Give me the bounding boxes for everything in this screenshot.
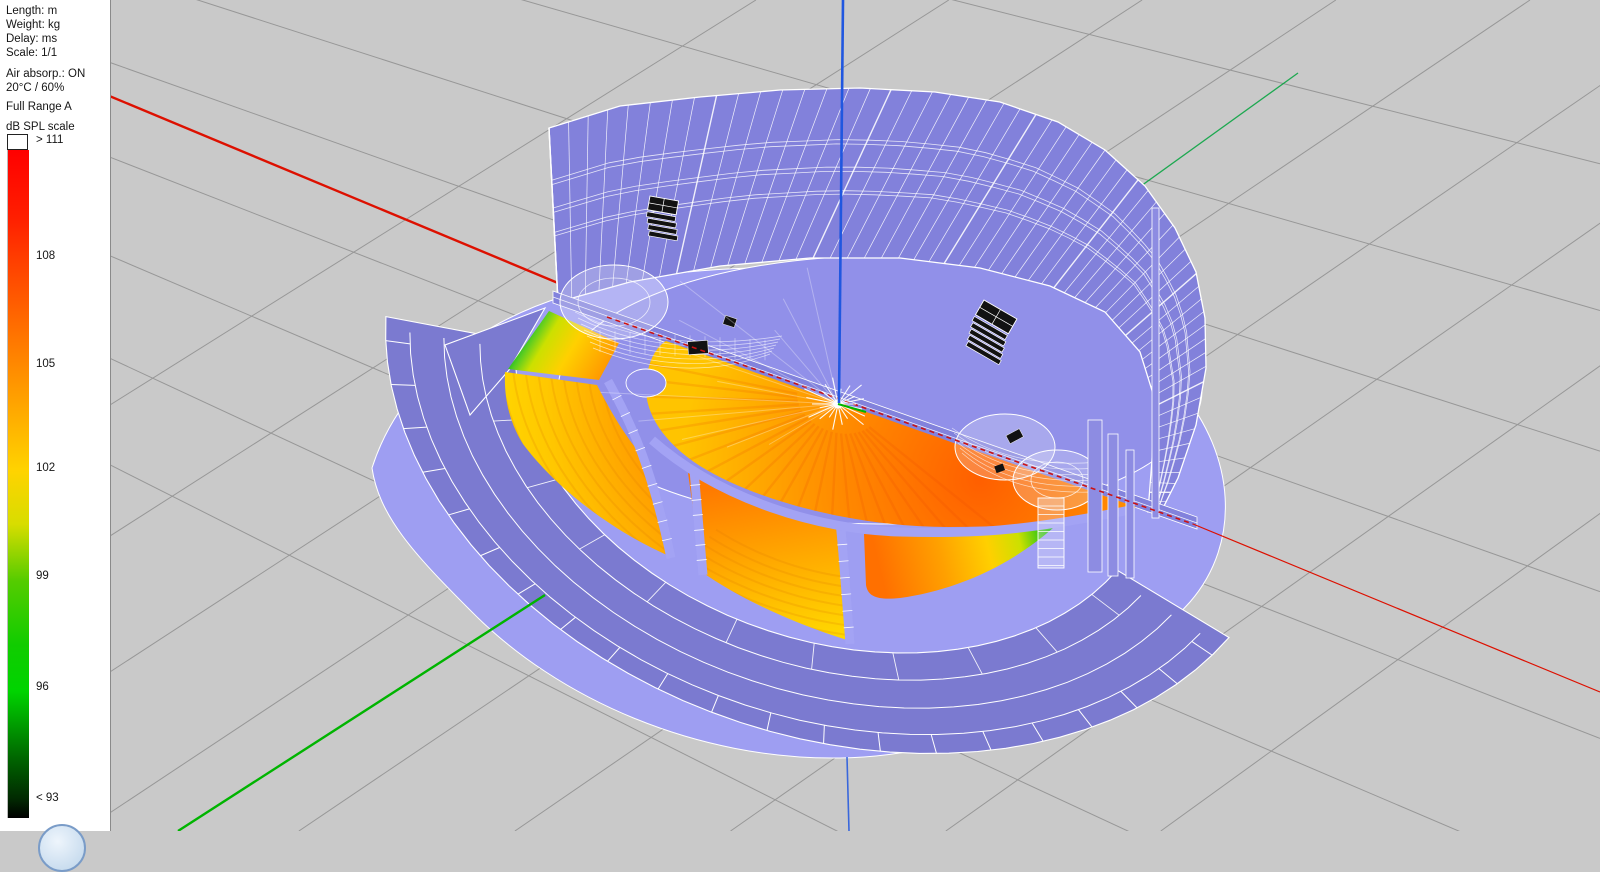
weight-unit: Weight: kg xyxy=(6,18,60,32)
x-axis xyxy=(95,90,630,313)
spl-scale-tick-label: 96 xyxy=(36,681,49,693)
orientation-compass-icon[interactable] xyxy=(38,824,86,872)
air-absorption-state: Air absorp.: ON xyxy=(6,67,85,81)
spl-scale-bottom-label: < 93 xyxy=(36,792,59,804)
spl-scale-top-label: > 111 xyxy=(36,134,63,146)
delay-unit: Delay: ms xyxy=(6,32,60,46)
spl-scale-tick-label: 102 xyxy=(36,462,55,474)
spl-scale-tick-label: 105 xyxy=(36,358,55,370)
spl-scale-tick-label: 108 xyxy=(36,250,55,262)
frequency-range-label: Full Range A xyxy=(6,101,72,113)
spl-scale-top-swatch xyxy=(7,134,28,150)
scale-ratio: Scale: 1/1 xyxy=(6,46,60,60)
air-absorption-info: Air absorp.: ON 20°C / 60% xyxy=(6,67,85,95)
spl-scale-title: dB SPL scale xyxy=(6,121,75,133)
aisle-landing xyxy=(626,369,666,397)
y-axis-front xyxy=(178,595,545,831)
length-unit: Length: m xyxy=(6,4,60,18)
units-info: Length: m Weight: kg Delay: ms Scale: 1/… xyxy=(6,4,60,60)
spl-scale-tick-label: 99 xyxy=(36,570,49,582)
temperature-humidity: 20°C / 60% xyxy=(6,81,85,95)
viewport-3d[interactable] xyxy=(0,0,1600,831)
x-axis-right xyxy=(1193,524,1600,692)
stage-stairs xyxy=(1038,498,1064,568)
info-sidebar: Length: m Weight: kg Delay: ms Scale: 1/… xyxy=(0,0,111,831)
spl-color-scale-bar xyxy=(7,150,29,818)
